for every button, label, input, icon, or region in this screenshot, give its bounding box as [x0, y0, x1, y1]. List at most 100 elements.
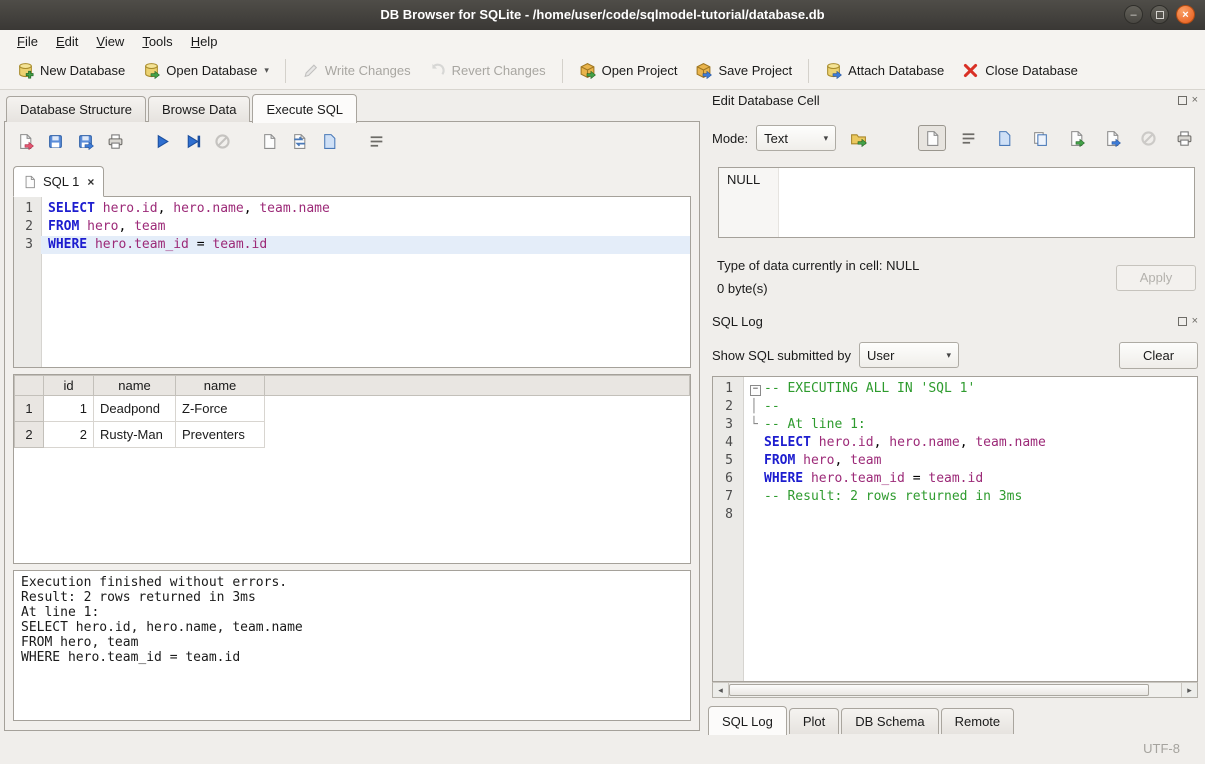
menu-view[interactable]: View	[87, 32, 133, 51]
window-controls: – ×	[1124, 5, 1195, 24]
maximize-button[interactable]	[1150, 5, 1169, 24]
mode-select[interactable]: Text ▾	[756, 125, 836, 151]
fold-marker-icon: │	[750, 398, 764, 416]
execute-all-button[interactable]	[150, 129, 175, 153]
bottom-tab-sql-log[interactable]: SQL Log	[708, 706, 787, 735]
menu-help[interactable]: Help	[182, 32, 227, 51]
execute-all-icon	[154, 133, 171, 150]
fold-marker-icon: └	[750, 416, 764, 434]
copy-button[interactable]	[1026, 125, 1054, 151]
open-new-tab-button[interactable]	[257, 129, 282, 153]
save-sql-file-icon	[47, 133, 64, 150]
word-wrap-button[interactable]	[364, 129, 389, 153]
titlebar[interactable]: DB Browser for SQLite - /home/user/code/…	[0, 0, 1205, 31]
minimize-button[interactable]: –	[1124, 5, 1143, 24]
open-sql-file-button[interactable]	[13, 129, 38, 153]
sql-tab[interactable]: SQL 1 ×	[13, 166, 104, 197]
table-cell[interactable]: Z-Force	[176, 396, 265, 422]
table-cell[interactable]: Deadpond	[94, 396, 176, 422]
cell-toolbar	[918, 125, 1198, 151]
save-sql-as-button[interactable]	[73, 129, 98, 153]
open-sql-file-icon	[17, 133, 34, 150]
word-wrap-button[interactable]	[954, 125, 982, 151]
column-header[interactable]: id	[44, 376, 94, 396]
cell-value: NULL	[727, 172, 760, 187]
stop-icon	[214, 133, 231, 150]
close-database-icon	[962, 62, 979, 79]
execute-current-line-button[interactable]	[180, 129, 205, 153]
scrollbar-thumb[interactable]	[729, 684, 1149, 696]
save-sql-file-button[interactable]	[43, 129, 68, 153]
scroll-right-icon[interactable]: ▸	[1181, 683, 1197, 697]
table-cell[interactable]: Preventers	[176, 422, 265, 448]
tab-browse-data[interactable]: Browse Data	[148, 96, 250, 122]
toolbar-separator	[285, 59, 286, 83]
cell-editor[interactable]: NULL	[718, 167, 1195, 238]
table-row[interactable]: 22Rusty-ManPreventers	[15, 422, 690, 448]
set-null-icon	[1140, 130, 1157, 147]
fold-marker-icon[interactable]: −	[750, 380, 764, 398]
log-filter-select[interactable]: User ▾	[859, 342, 959, 368]
log-hscrollbar[interactable]: ◂ ▸	[712, 682, 1198, 698]
table-row[interactable]: 11DeadpondZ-Force	[15, 396, 690, 422]
tab-execute-sql[interactable]: Execute SQL	[252, 94, 357, 123]
open-database-button[interactable]: Open Database▾	[134, 57, 278, 84]
code-line: 1SELECT hero.id, hero.name, team.name	[14, 200, 690, 218]
row-number[interactable]: 1	[15, 396, 44, 422]
float-icon[interactable]	[1178, 96, 1187, 105]
panel-splitter[interactable]	[700, 92, 708, 732]
attach-database-button[interactable]: Attach Database	[816, 57, 953, 84]
edit-cell-dock: ×	[1178, 96, 1198, 105]
sql-editor[interactable]: 1SELECT hero.id, hero.name, team.name2FR…	[13, 196, 691, 368]
clear-log-button[interactable]: Clear	[1119, 342, 1198, 369]
edit-cell-toolbar-row: Mode: Text ▾	[712, 124, 1198, 152]
find-replace-button[interactable]	[287, 129, 312, 153]
bottom-tab-db-schema[interactable]: DB Schema	[841, 708, 938, 734]
sql-log-editor[interactable]: 1−-- EXECUTING ALL IN 'SQL 1'2│--3└-- At…	[712, 376, 1198, 682]
scroll-left-icon[interactable]: ◂	[713, 683, 729, 697]
print-button[interactable]	[1170, 125, 1198, 151]
apply-button: Apply	[1116, 265, 1196, 291]
close-icon[interactable]: ×	[1192, 96, 1198, 105]
column-header[interactable]: name	[94, 376, 176, 396]
column-header[interactable]: name	[176, 376, 265, 396]
float-icon[interactable]	[1178, 317, 1187, 326]
import-in-cell-button[interactable]	[844, 125, 872, 151]
print-button[interactable]	[103, 129, 128, 153]
results-grid: idnamename11DeadpondZ-Force22Rusty-ManPr…	[13, 374, 691, 564]
row-number[interactable]: 2	[15, 422, 44, 448]
close-icon[interactable]: ×	[1192, 317, 1198, 326]
close-tab-icon[interactable]: ×	[87, 175, 94, 189]
app-window: DB Browser for SQLite - /home/user/code/…	[0, 0, 1205, 764]
minimize-icon: –	[1130, 9, 1136, 21]
table-cell[interactable]: 1	[44, 396, 94, 422]
code-line: 8	[713, 506, 1197, 524]
open-project-button[interactable]: Open Project	[570, 57, 687, 84]
import-cell-button[interactable]	[1062, 125, 1090, 151]
save-project-button[interactable]: Save Project	[686, 57, 801, 84]
bottom-tab-plot[interactable]: Plot	[789, 708, 839, 734]
code-line: 1−-- EXECUTING ALL IN 'SQL 1'	[713, 380, 1197, 398]
main-tabs: Database StructureBrowse DataExecute SQL	[6, 95, 359, 122]
table-cell[interactable]: 2	[44, 422, 94, 448]
code-line: 6WHERE hero.team_id = team.id	[713, 470, 1197, 488]
code-line: 3└-- At line 1:	[713, 416, 1197, 434]
new-database-button[interactable]: New Database	[8, 57, 134, 84]
close-database-button[interactable]: Close Database	[953, 57, 1087, 84]
bottom-tab-remote[interactable]: Remote	[941, 708, 1015, 734]
corner-header	[15, 376, 44, 396]
new-database-icon	[17, 62, 34, 79]
open-in-editor-button[interactable]	[990, 125, 1018, 151]
edit-cell-title: Edit Database Cell	[712, 93, 820, 108]
menu-file[interactable]: File	[8, 32, 47, 51]
tab-database-structure[interactable]: Database Structure	[6, 96, 146, 122]
menu-edit[interactable]: Edit	[47, 32, 87, 51]
print-icon	[1176, 130, 1193, 147]
format-sql-button[interactable]	[317, 129, 342, 153]
text-mode-button[interactable]	[918, 125, 946, 151]
menu-tools[interactable]: Tools	[133, 32, 181, 51]
close-button[interactable]: ×	[1176, 5, 1195, 24]
export-cell-button[interactable]	[1098, 125, 1126, 151]
save-sql-as-icon	[77, 133, 94, 150]
table-cell[interactable]: Rusty-Man	[94, 422, 176, 448]
